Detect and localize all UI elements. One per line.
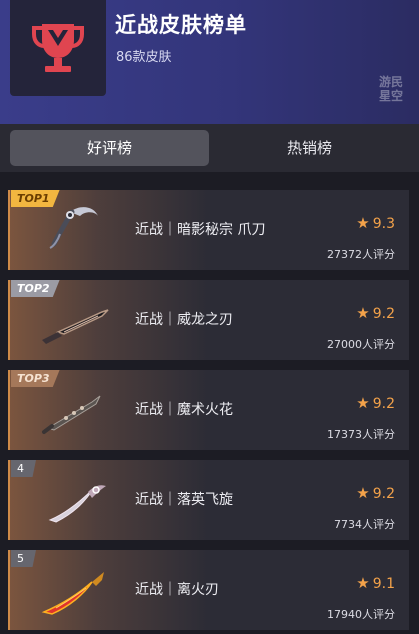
rating: ★ 9.3 <box>356 214 395 232</box>
skin-name: 近战｜魔术火花 <box>135 402 233 418</box>
trophy-icon <box>32 24 84 72</box>
rank-badge: 4 <box>11 460 36 477</box>
dragon-blade-icon <box>42 309 109 344</box>
star-icon: ★ <box>356 214 370 232</box>
skin-count: 86款皮肤 <box>116 50 172 65</box>
page-title: 近战皮肤榜单 <box>115 13 247 37</box>
skin-name: 近战｜暗影秘宗 爪刀 <box>135 222 266 238</box>
rating: ★ 9.2 <box>356 484 395 502</box>
rating-value: 9.3 <box>372 216 395 232</box>
tab-bar: 好评榜 热销榜 <box>0 124 419 172</box>
trophy-badge <box>10 0 106 96</box>
watermark-logo: 游民 星空 <box>378 75 403 103</box>
skin-name: 近战｜离火刃 <box>135 582 219 598</box>
star-icon: ★ <box>356 304 370 322</box>
header: 近战皮肤榜单 86款皮肤 游民 星空 <box>0 0 419 124</box>
skin-name: 近战｜落英飞旋 <box>135 492 233 508</box>
list-item[interactable]: 5 近战｜离火刃 ★ 9.1 17940人评分 <box>8 550 409 630</box>
list-item[interactable]: TOP3 近战｜魔术火花 ★ 9.2 17373人评分 <box>8 370 409 450</box>
star-icon: ★ <box>356 394 370 412</box>
star-icon: ★ <box>356 484 370 502</box>
karambit-knife-icon <box>49 207 98 249</box>
rating-count: 27372人评分 <box>327 248 395 261</box>
list-item[interactable]: TOP2 近战｜威龙之刃 ★ 9.2 27000人评分 <box>8 280 409 360</box>
rating-value: 9.2 <box>372 306 395 322</box>
rating: ★ 9.1 <box>356 574 395 592</box>
rating: ★ 9.2 <box>356 394 395 412</box>
falling-blossom-knife-icon <box>48 485 106 523</box>
magic-spark-knife-icon <box>42 395 101 434</box>
star-icon: ★ <box>356 574 370 592</box>
rating-count: 17940人评分 <box>327 608 395 621</box>
rank-badge: 5 <box>11 550 36 567</box>
list-item[interactable]: TOP1 近战｜暗影秘宗 爪刀 ★ 9.3 27372人评分 <box>8 190 409 270</box>
rating-count: 27000人评分 <box>327 338 395 351</box>
rating-value: 9.2 <box>372 486 395 502</box>
list-item[interactable]: 4 近战｜落英飞旋 ★ 9.2 7734人评分 <box>8 460 409 540</box>
tab-top-rated[interactable]: 好评榜 <box>10 130 209 166</box>
rating: ★ 9.2 <box>356 304 395 322</box>
rating-value: 9.2 <box>372 396 395 412</box>
rating-value: 9.1 <box>372 576 395 592</box>
rating-count: 7734人评分 <box>334 518 395 531</box>
skin-name: 近战｜威龙之刃 <box>135 312 233 328</box>
fire-blade-icon <box>41 572 104 615</box>
tab-best-selling[interactable]: 热销榜 <box>210 130 409 166</box>
rating-count: 17373人评分 <box>327 428 395 441</box>
